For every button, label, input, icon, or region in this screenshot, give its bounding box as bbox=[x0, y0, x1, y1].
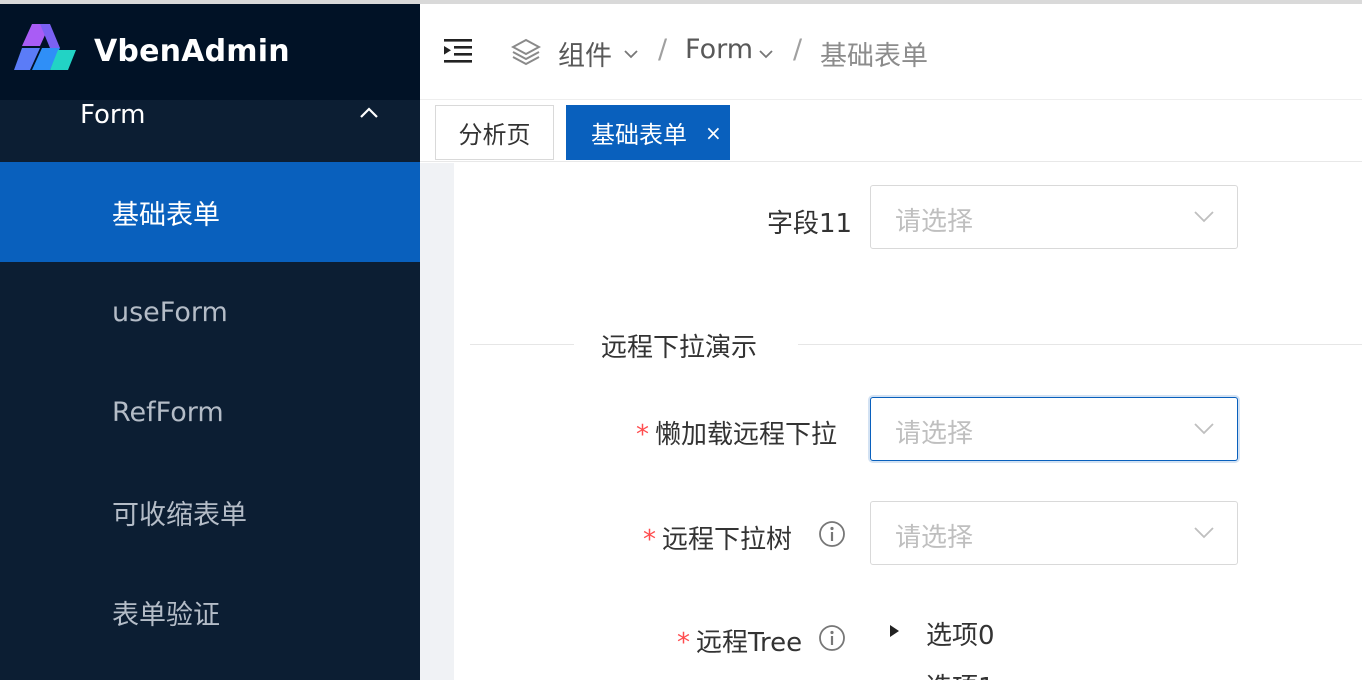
select-placeholder: 请选择 bbox=[895, 523, 974, 553]
required-mark: * bbox=[677, 628, 690, 658]
chevron-down-icon bbox=[1194, 211, 1214, 223]
chevron-down-icon[interactable] bbox=[623, 48, 639, 60]
info-circle-icon[interactable] bbox=[818, 520, 846, 548]
sidebar-item-label: 可收缩表单 bbox=[112, 499, 247, 531]
tab-analysis[interactable]: 分析页 bbox=[435, 105, 554, 160]
lazy-select-label-text: 懒加载远程下拉 bbox=[655, 420, 838, 450]
chevron-down-icon bbox=[1194, 527, 1214, 539]
sidebar-item-label: RefForm bbox=[112, 396, 224, 428]
select-placeholder: 请选择 bbox=[895, 207, 974, 237]
required-mark: * bbox=[636, 420, 649, 450]
remote-tree-label-text: 远程Tree bbox=[696, 628, 803, 658]
tab-label: 基础表单 bbox=[591, 121, 687, 149]
sidebar-item-basic-form[interactable]: 基础表单 bbox=[0, 162, 420, 262]
close-icon[interactable]: × bbox=[705, 121, 722, 145]
sidebar: VbenAdmin Form 基础表单 useForm RefForm 可收缩表… bbox=[0, 4, 420, 680]
chevron-down-icon bbox=[1194, 423, 1214, 435]
tree-select-label-text: 远程下拉树 bbox=[662, 525, 793, 555]
tab-label: 分析页 bbox=[458, 121, 531, 149]
remote-tree-select[interactable]: 请选择 bbox=[870, 501, 1238, 565]
lazy-remote-select[interactable]: 请选择 bbox=[870, 397, 1238, 461]
breadcrumb-separator: / bbox=[658, 34, 668, 65]
app-title: VbenAdmin bbox=[94, 34, 290, 69]
logo-icon bbox=[14, 24, 76, 70]
breadcrumb-form[interactable]: Form bbox=[685, 34, 753, 65]
breadcrumb-separator: / bbox=[793, 34, 803, 65]
required-mark: * bbox=[643, 525, 656, 555]
chevron-up-icon bbox=[360, 107, 378, 118]
tab-basic-form[interactable]: 基础表单 × bbox=[566, 105, 730, 160]
select-placeholder: 请选择 bbox=[895, 419, 974, 449]
lazy-select-label: * 懒加载远程下拉 bbox=[636, 414, 837, 451]
field11-select[interactable]: 请选择 bbox=[870, 185, 1238, 249]
info-circle-icon[interactable] bbox=[818, 624, 846, 652]
divider-line-right bbox=[798, 344, 1362, 345]
sidebar-item-label: useForm bbox=[112, 296, 228, 328]
submenu-form[interactable]: Form bbox=[0, 100, 420, 162]
divider-line-left bbox=[470, 344, 574, 345]
caret-right-icon[interactable] bbox=[888, 624, 900, 638]
tree-node[interactable]: 选项0 bbox=[926, 615, 995, 652]
tree-select-label: * 远程下拉树 bbox=[643, 519, 792, 556]
tree-node[interactable]: 选项1 bbox=[926, 667, 995, 680]
layers-icon bbox=[511, 38, 541, 66]
sidebar-item-form-validation[interactable]: 表单验证 bbox=[0, 562, 420, 662]
divider-title: 远程下拉演示 bbox=[601, 333, 758, 363]
menu-fold-icon[interactable] bbox=[442, 36, 474, 66]
sidebar-item-label: 表单验证 bbox=[112, 599, 220, 631]
header: 组件 / Form / 基础表单 bbox=[420, 4, 1362, 100]
sidebar-item-useform[interactable]: useForm bbox=[0, 262, 420, 362]
sidebar-item-collapsible-form[interactable]: 可收缩表单 bbox=[0, 462, 420, 562]
remote-tree-label: * 远程Tree bbox=[677, 622, 802, 659]
logo-bar[interactable]: VbenAdmin bbox=[0, 4, 420, 100]
breadcrumb-current: 基础表单 bbox=[820, 41, 928, 72]
field11-label: 字段11 bbox=[767, 209, 853, 239]
submenu-form-label: Form bbox=[80, 100, 146, 130]
chevron-down-icon[interactable] bbox=[758, 48, 774, 60]
sidebar-item-refform[interactable]: RefForm bbox=[0, 362, 420, 462]
sidebar-item-label: 基础表单 bbox=[112, 199, 220, 231]
breadcrumb-components[interactable]: 组件 bbox=[558, 34, 612, 73]
tab-bar: 分析页 基础表单 × bbox=[420, 100, 1362, 162]
